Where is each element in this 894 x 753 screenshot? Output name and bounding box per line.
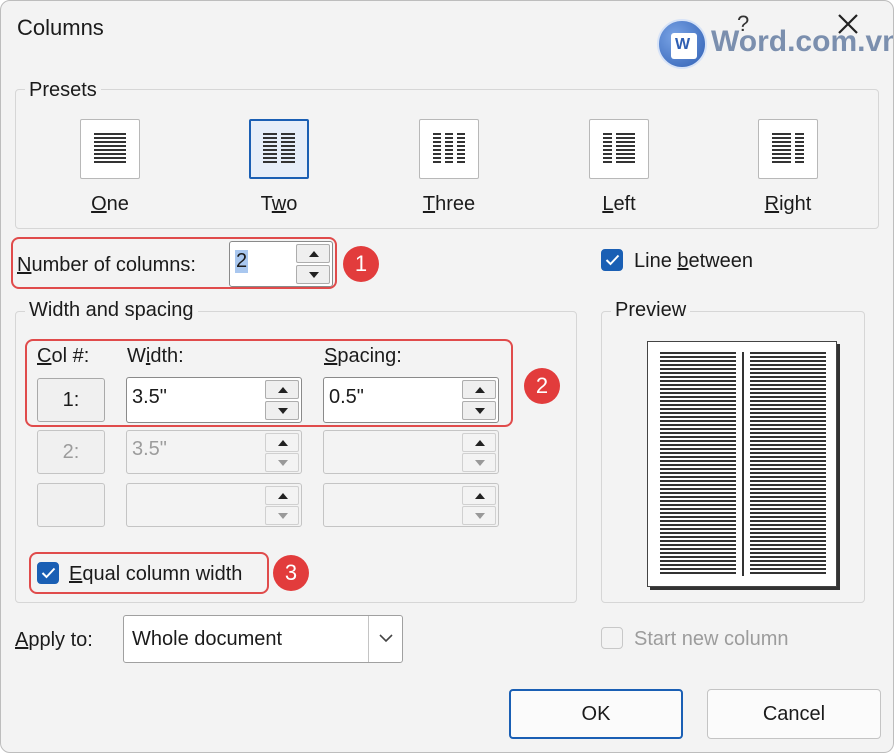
chevron-down-icon bbox=[379, 634, 393, 643]
width-up-button-disabled bbox=[265, 433, 299, 452]
preset-two-label: Two bbox=[260, 193, 298, 215]
spacing-up-button-disabled bbox=[462, 433, 496, 452]
left-column-icon-wide bbox=[616, 133, 635, 165]
three-columns-icon-c bbox=[457, 133, 465, 165]
spacing-down-button-disabled bbox=[462, 506, 496, 525]
arrow-down-icon bbox=[278, 460, 288, 466]
arrow-up-icon bbox=[278, 440, 288, 446]
arrow-up-icon bbox=[475, 493, 485, 499]
col-3-spacing-stepper bbox=[323, 483, 499, 527]
preview-page bbox=[647, 341, 837, 587]
arrow-down-icon bbox=[475, 513, 485, 519]
preview-label: Preview bbox=[611, 299, 691, 322]
preset-three-label: Three bbox=[422, 193, 476, 215]
right-column-icon-narrow bbox=[795, 133, 804, 165]
word-icon: W bbox=[675, 36, 691, 53]
line-between-label[interactable]: Line between bbox=[634, 250, 753, 273]
apply-to-value: Whole document bbox=[132, 628, 283, 650]
apply-to-dropdown-button[interactable] bbox=[368, 616, 402, 662]
col-2-width-stepper: 3.5" bbox=[126, 430, 302, 474]
highlight-width-spacing-row bbox=[25, 339, 513, 427]
width-up-button-disabled bbox=[265, 486, 299, 505]
col-3-width-stepper bbox=[126, 483, 302, 527]
arrow-down-icon bbox=[278, 513, 288, 519]
preview-divider-line bbox=[742, 352, 744, 576]
width-down-button-disabled bbox=[265, 506, 299, 525]
arrow-up-icon bbox=[475, 440, 485, 446]
preset-left-button[interactable] bbox=[589, 119, 649, 179]
watermark-text: Word.com.vn bbox=[711, 25, 894, 58]
preset-one-button[interactable] bbox=[80, 119, 140, 179]
columns-dialog: Columns ? W Word.com.vn Presets One Two … bbox=[0, 0, 894, 753]
one-column-icon bbox=[94, 133, 126, 165]
width-down-button-disabled bbox=[265, 453, 299, 472]
preset-left-label: Left bbox=[602, 193, 636, 215]
right-column-icon-wide bbox=[772, 133, 791, 165]
col-2-width-value: 3.5" bbox=[132, 438, 167, 460]
badge-3: 3 bbox=[273, 555, 309, 591]
arrow-down-icon bbox=[475, 460, 485, 466]
width-spacing-label: Width and spacing bbox=[25, 299, 198, 322]
spacing-down-button-disabled bbox=[462, 453, 496, 472]
start-new-column-label: Start new column bbox=[634, 628, 789, 650]
apply-to-label: Apply to: bbox=[15, 629, 93, 651]
watermark-logo: W Word.com.vn bbox=[657, 19, 893, 73]
highlight-equal-column-width bbox=[29, 552, 269, 594]
cancel-button[interactable]: Cancel bbox=[707, 689, 881, 739]
preview-column-right bbox=[750, 352, 826, 576]
preset-two-button[interactable] bbox=[249, 119, 309, 179]
col-2-spacing-stepper bbox=[323, 430, 499, 474]
three-columns-icon-a bbox=[433, 133, 441, 165]
preview-column-left bbox=[660, 352, 736, 576]
badge-2: 2 bbox=[524, 368, 560, 404]
three-columns-icon-b bbox=[445, 133, 453, 165]
preset-right-label: Right bbox=[764, 193, 812, 215]
dialog-title: Columns bbox=[17, 15, 104, 40]
col-3-label bbox=[37, 483, 105, 527]
checkmark-icon bbox=[605, 254, 620, 266]
ok-button[interactable]: OK bbox=[509, 689, 683, 739]
watermark-circle: W bbox=[657, 19, 707, 69]
apply-to-select[interactable]: Whole document bbox=[123, 615, 403, 663]
preset-one-label: One bbox=[91, 193, 129, 215]
line-between-checkbox[interactable] bbox=[601, 249, 623, 271]
badge-1: 1 bbox=[343, 246, 379, 282]
preset-right-button[interactable] bbox=[758, 119, 818, 179]
spacing-up-button-disabled bbox=[462, 486, 496, 505]
start-new-column-checkbox bbox=[601, 627, 623, 649]
two-columns-icon-right bbox=[281, 133, 295, 165]
col-2-label: 2: bbox=[37, 430, 105, 474]
arrow-up-icon bbox=[278, 493, 288, 499]
left-column-icon-narrow bbox=[603, 133, 612, 165]
two-columns-icon-left bbox=[263, 133, 277, 165]
presets-label: Presets bbox=[25, 79, 101, 102]
highlight-number-of-columns bbox=[11, 237, 337, 289]
preset-three-button[interactable] bbox=[419, 119, 479, 179]
